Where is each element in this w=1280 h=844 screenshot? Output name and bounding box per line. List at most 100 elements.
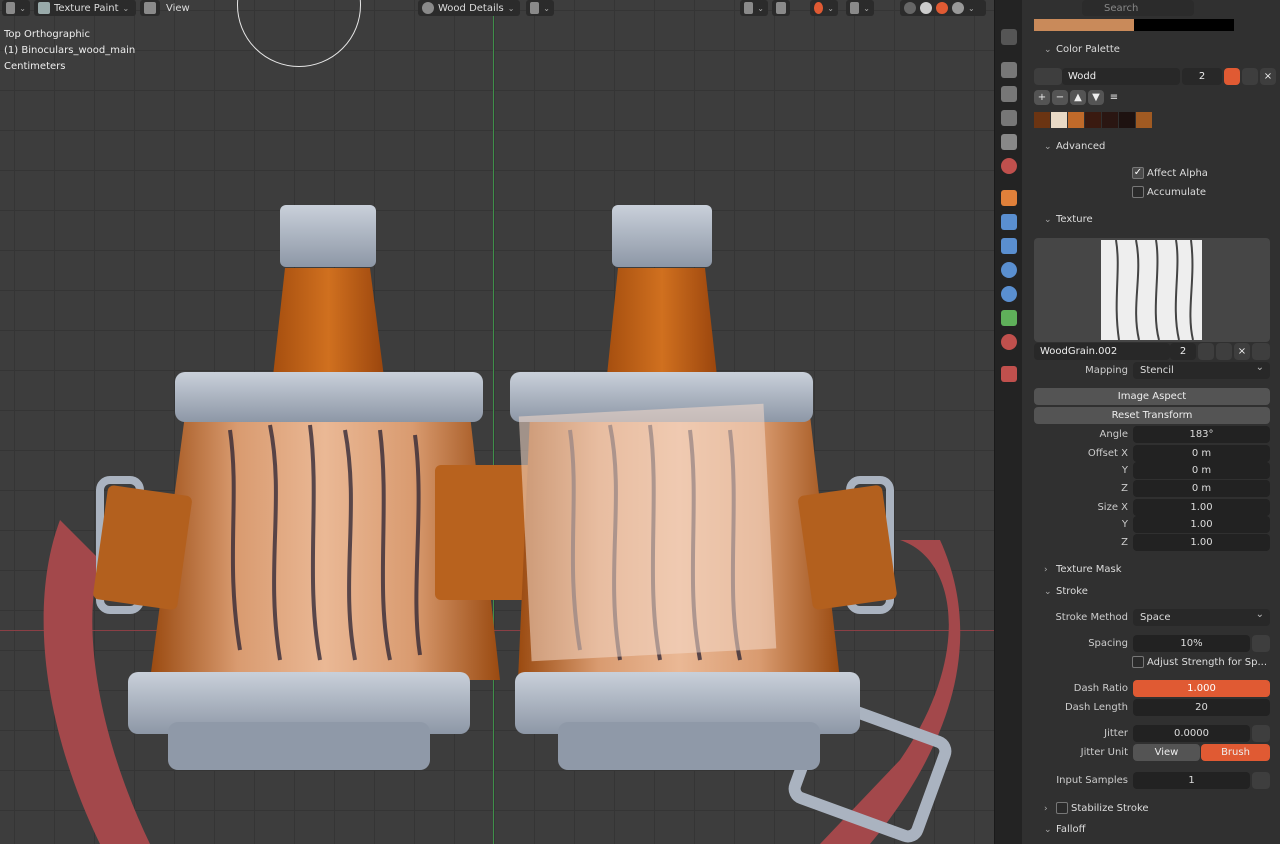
palette-swatch[interactable] <box>1034 112 1050 128</box>
rendered-shading-icon[interactable] <box>952 2 964 14</box>
size-y-field[interactable]: 1.00 <box>1133 516 1270 533</box>
mode-label: Texture Paint <box>54 2 119 14</box>
stabilize-stroke-header[interactable]: › Stabilize Stroke <box>1044 802 1149 814</box>
offset-x-field[interactable]: 0 m <box>1133 445 1270 462</box>
world-tab-icon[interactable] <box>1001 158 1017 174</box>
material-icon <box>422 2 434 14</box>
palette-browse[interactable] <box>1034 68 1062 85</box>
overlays-dropdown[interactable]: ⌄ <box>810 0 838 16</box>
offset-z-field[interactable]: 0 m <box>1133 480 1270 497</box>
dash-ratio-field[interactable]: 1.000 <box>1133 680 1270 697</box>
duplicate-icon[interactable] <box>1216 343 1232 360</box>
fake-user-icon[interactable] <box>1198 343 1214 360</box>
solid-shading-icon[interactable] <box>920 2 932 14</box>
settings-icon[interactable] <box>1252 343 1270 360</box>
size-z-field[interactable]: 1.00 <box>1133 534 1270 551</box>
accumulate-checkbox[interactable]: Accumulate <box>1132 186 1206 198</box>
3d-viewport[interactable]: ⌄ Texture Paint ⌄ View Wood Details ⌄ ⌄ ⌄ … <box>0 0 994 844</box>
texture-users[interactable]: 2 <box>1170 343 1196 360</box>
stroke-header[interactable]: ⌄ Stroke <box>1044 586 1088 597</box>
duplicate-icon[interactable] <box>1242 68 1258 85</box>
texture-preview[interactable] <box>1034 238 1270 342</box>
dash-ratio-label: Dash Ratio <box>1073 683 1128 694</box>
sample-icon[interactable] <box>1252 772 1270 789</box>
palette-swatch[interactable] <box>1119 112 1135 128</box>
angle-field[interactable]: 183° <box>1133 426 1270 443</box>
shading-dropdown[interactable]: ⌄ <box>526 0 554 16</box>
move-down-icon[interactable]: ▼ <box>1088 90 1104 105</box>
texture-name-field[interactable]: WoodGrain.002 <box>1034 343 1170 360</box>
pressure-icon[interactable] <box>1252 635 1270 652</box>
scene-tab-icon[interactable] <box>1001 134 1017 150</box>
output-tab-icon[interactable] <box>1001 86 1017 102</box>
material-tab-icon[interactable] <box>1001 334 1017 350</box>
xray-dropdown[interactable]: ⌄ <box>846 0 874 16</box>
advanced-header[interactable]: ⌄ Advanced <box>1044 141 1105 152</box>
offset-y-field[interactable]: 0 m <box>1133 462 1270 479</box>
texture-tab-icon[interactable] <box>1001 366 1017 382</box>
palette-swatch[interactable] <box>1068 112 1084 128</box>
move-up-icon[interactable]: ▲ <box>1070 90 1086 105</box>
affect-alpha-checkbox[interactable]: ✓ Affect Alpha <box>1132 167 1208 179</box>
wireframe-shading-icon[interactable] <box>904 2 916 14</box>
adjust-strength-checkbox[interactable]: Adjust Strength for Sp... <box>1132 656 1267 668</box>
object-tab-icon[interactable] <box>1001 190 1017 206</box>
jitter-unit-view-button[interactable]: View <box>1133 744 1200 761</box>
gizmo-toggle[interactable] <box>772 0 790 16</box>
input-samples-field[interactable]: 1 <box>1133 772 1250 789</box>
sort-icon[interactable]: ≡ <box>1106 90 1122 105</box>
size-x-field[interactable]: 1.00 <box>1133 499 1270 516</box>
binoculars-model <box>43 205 961 844</box>
color-palette-header[interactable]: ⌄ Color Palette <box>1044 44 1120 55</box>
texture-mask-header[interactable]: › Texture Mask <box>1044 564 1122 575</box>
offset-y-label: Y <box>1121 465 1128 476</box>
spacing-field[interactable]: 10% <box>1133 635 1250 652</box>
checkbox-icon[interactable] <box>1056 802 1068 814</box>
chevron-down-icon: ⌄ <box>968 3 975 13</box>
chevron-right-icon: › <box>1044 565 1048 575</box>
stroke-method-dropdown[interactable]: Space <box>1133 609 1270 626</box>
data-tab-icon[interactable] <box>1001 310 1017 326</box>
remove-color-icon[interactable]: − <box>1052 90 1068 105</box>
particles-tab-icon[interactable] <box>1001 238 1017 254</box>
palette-swatch[interactable] <box>1051 112 1067 128</box>
editor-type-dropdown[interactable]: ⌄ <box>2 0 30 16</box>
modifier-tab-icon[interactable] <box>1001 214 1017 230</box>
palette-name-field[interactable]: Wodd <box>1062 68 1180 85</box>
reset-transform-button[interactable]: Reset Transform <box>1034 407 1270 424</box>
palette-swatches <box>1034 112 1152 128</box>
falloff-header[interactable]: ⌄ Falloff <box>1044 824 1086 835</box>
close-icon[interactable]: × <box>1260 68 1276 85</box>
constraints-tab-icon[interactable] <box>1001 286 1017 302</box>
jitter-unit-brush-button[interactable]: Brush <box>1201 744 1270 761</box>
add-color-icon[interactable]: + <box>1034 90 1050 105</box>
color-bar[interactable] <box>1034 19 1234 31</box>
palette-swatch[interactable] <box>1136 112 1152 128</box>
fake-user-icon[interactable] <box>1224 68 1240 85</box>
view-menu[interactable]: View <box>162 0 198 16</box>
physics-tab-icon[interactable] <box>1001 262 1017 278</box>
palette-swatch[interactable] <box>1085 112 1101 128</box>
material-dropdown[interactable]: Wood Details ⌄ <box>418 0 520 16</box>
material-shading-icon[interactable] <box>936 2 948 14</box>
chevron-down-icon: ⌄ <box>863 3 870 13</box>
mode-dropdown[interactable]: Texture Paint ⌄ <box>34 0 136 16</box>
jitter-field[interactable]: 0.0000 <box>1133 725 1250 742</box>
render-tab-icon[interactable] <box>1001 62 1017 78</box>
close-icon[interactable]: × <box>1234 343 1250 360</box>
mapping-dropdown[interactable]: Stencil <box>1133 362 1270 379</box>
color-palette-title: Color Palette <box>1056 44 1120 55</box>
slot-toggle[interactable] <box>140 0 160 16</box>
tool-tab-icon[interactable] <box>1001 29 1017 45</box>
search-input[interactable]: Search <box>1082 0 1194 16</box>
visibility-dropdown[interactable]: ⌄ <box>740 0 768 16</box>
image-aspect-button[interactable]: Image Aspect <box>1034 388 1270 405</box>
chevron-down-icon: ⌄ <box>543 3 550 13</box>
pressure-icon[interactable] <box>1252 725 1270 742</box>
dash-length-field[interactable]: 20 <box>1133 699 1270 716</box>
view-layer-tab-icon[interactable] <box>1001 110 1017 126</box>
viewport-shading-buttons[interactable]: ⌄ <box>900 0 986 16</box>
palette-users[interactable]: 2 <box>1182 68 1222 85</box>
texture-header[interactable]: ⌄ Texture <box>1044 214 1093 225</box>
palette-swatch[interactable] <box>1102 112 1118 128</box>
